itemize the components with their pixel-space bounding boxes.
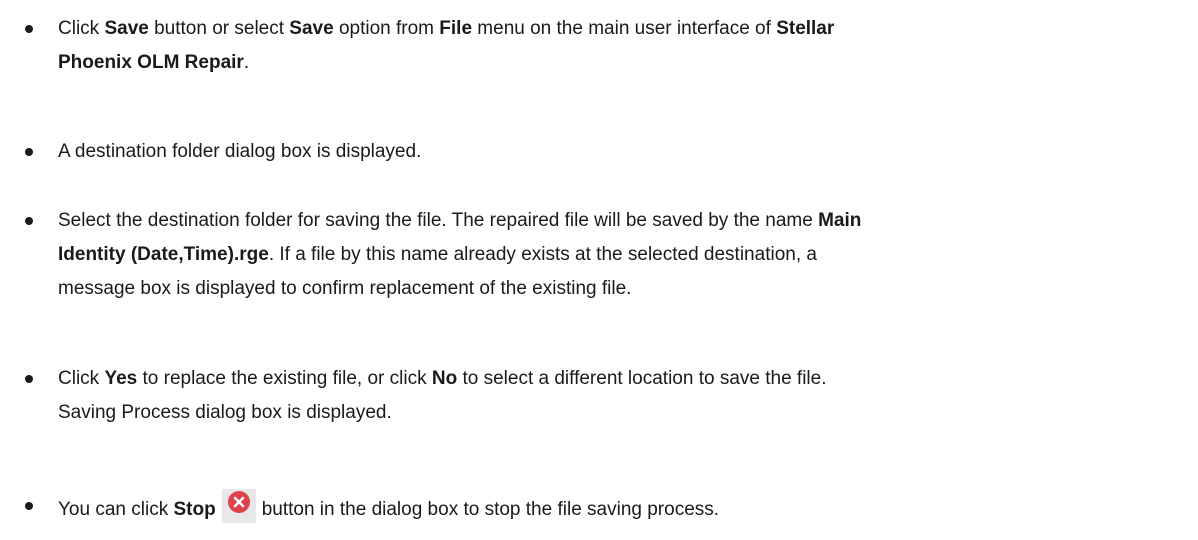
bold-product-name: Stellar <box>776 18 835 39</box>
bullet-icon <box>25 217 33 225</box>
list-item-text: A destination folder dialog box is displ… <box>58 135 1188 169</box>
text-line: Phoenix OLM Repair. <box>58 46 1188 80</box>
list-item-text: You can click Stop button in the dialog b… <box>58 489 1188 527</box>
text-span: button in the dialog box to stop the fil… <box>261 499 720 520</box>
text-span: button or select <box>148 18 290 39</box>
text-line: A destination folder dialog box is displ… <box>58 141 422 162</box>
bullet-icon <box>25 148 33 156</box>
text-span: You can click <box>58 499 174 520</box>
text-line: Click Yes to replace the existing file, … <box>58 362 1188 396</box>
text-line: You can click Stop button in the dialog b… <box>58 489 1188 527</box>
bold-yes: Yes <box>104 368 138 389</box>
bold-no: No <box>431 368 458 389</box>
bullet-icon <box>25 25 33 33</box>
text-span: . If a file by this name already exists … <box>268 244 817 265</box>
text-span: menu on the main user interface of <box>472 18 777 39</box>
stop-icon <box>221 489 256 523</box>
text-line: Select the destination folder for saving… <box>58 204 1188 238</box>
text-span: Select the destination folder for saving… <box>58 210 819 231</box>
text-line: message box is displayed to confirm repl… <box>58 278 632 299</box>
bold-save-option: Save <box>289 18 334 39</box>
list-item-text: Select the destination folder for saving… <box>58 204 1188 306</box>
bullet-icon <box>25 375 33 383</box>
bold-file-name: Main <box>818 210 862 231</box>
text-span: to replace the existing file, or click <box>137 368 432 389</box>
bold-save: Save <box>104 18 149 39</box>
text-span: . <box>243 52 250 73</box>
text-line: Identity (Date,Time).rge. If a file by t… <box>58 238 1188 272</box>
text-line: Saving Process dialog box is displayed. <box>58 402 392 423</box>
list-item-text: Click Save button or select Save option … <box>58 12 1188 80</box>
text-span: Click <box>58 18 105 39</box>
text-span: option from <box>333 18 440 39</box>
bullet-icon <box>25 502 33 510</box>
text-span: Click <box>58 368 105 389</box>
bold-file-menu: File <box>439 18 473 39</box>
text-span: to select a different location to save t… <box>457 368 827 389</box>
bold-stop: Stop <box>173 499 216 520</box>
bold-product-name: Phoenix OLM Repair <box>58 52 244 73</box>
bold-file-name: Identity (Date,Time).rge <box>58 244 269 265</box>
text-line: Click Save button or select Save option … <box>58 12 1188 46</box>
list-item-text: Click Yes to replace the existing file, … <box>58 362 1188 430</box>
